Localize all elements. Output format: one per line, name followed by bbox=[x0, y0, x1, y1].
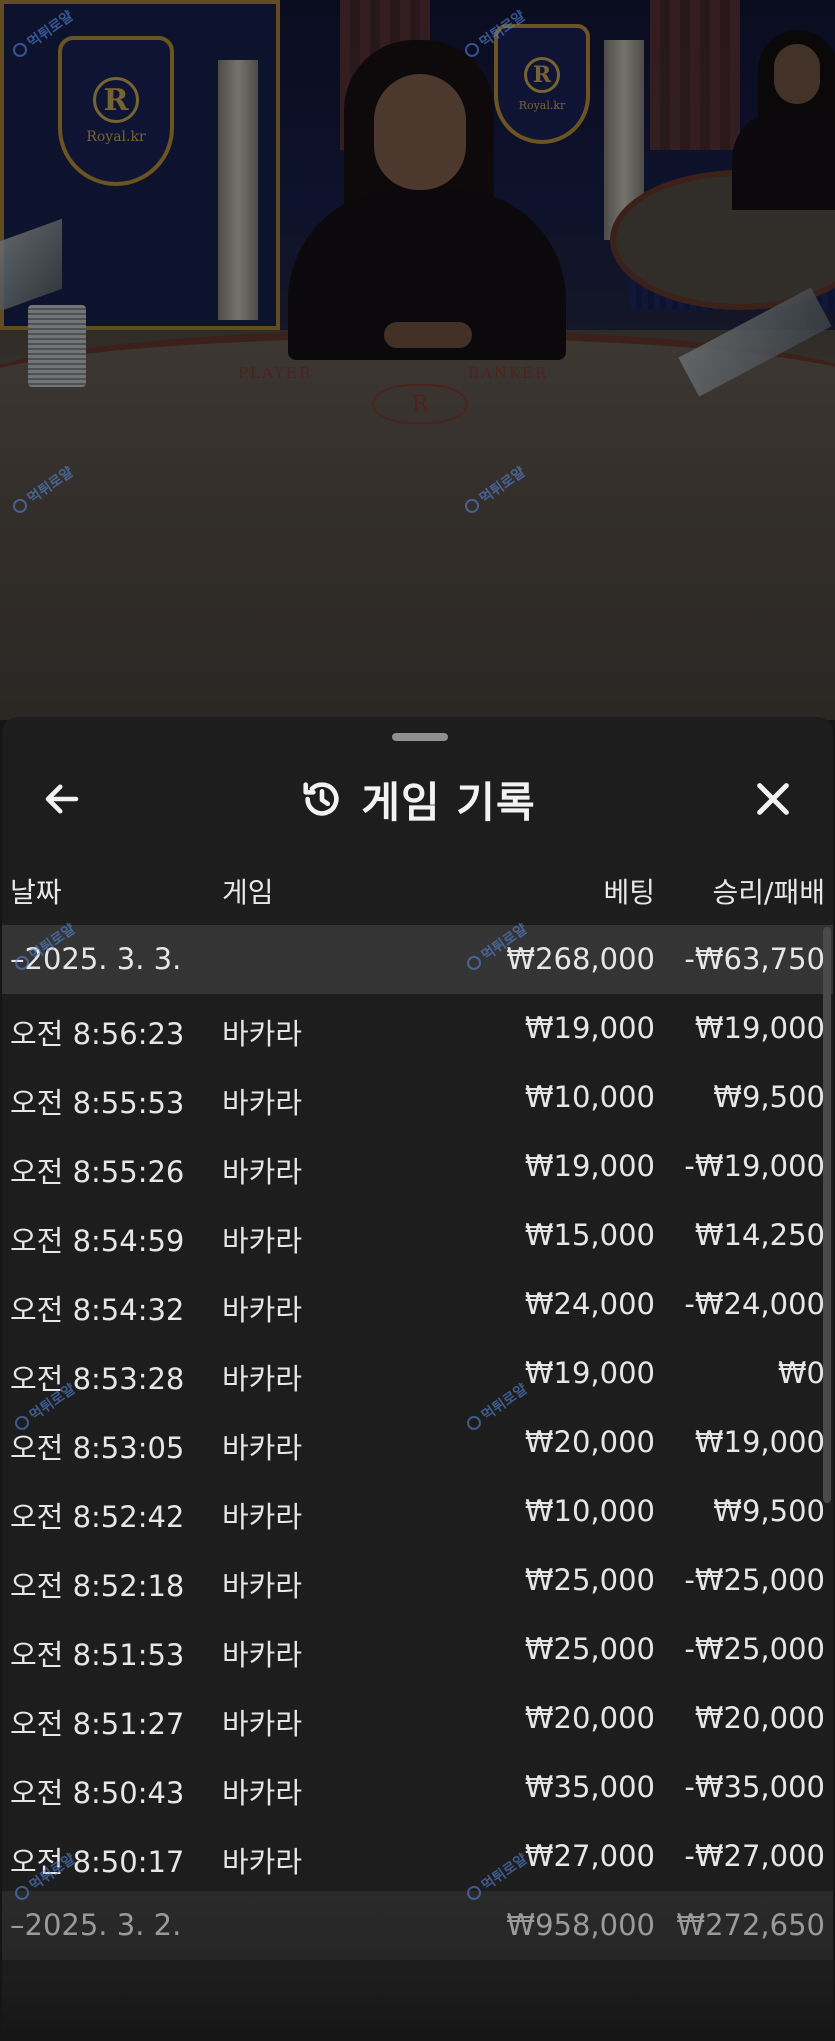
day-summary-row[interactable]: –2025. 3. 2. ₩958,000 ₩272,650 bbox=[2, 1891, 833, 1960]
video-dim-overlay bbox=[0, 0, 835, 720]
row-result: ₩9,500 bbox=[713, 1494, 825, 1528]
history-icon bbox=[303, 782, 340, 816]
row-bet: ₩27,000 bbox=[524, 1839, 655, 1873]
row-time: 오전 8:51:53 bbox=[10, 1638, 185, 1672]
history-row[interactable]: 오전 8:52:18 바카라 ₩25,000 -₩25,000 bbox=[2, 1546, 833, 1615]
row-bet: ₩19,000 bbox=[524, 1356, 655, 1390]
column-header-game[interactable]: 게임 bbox=[222, 871, 274, 911]
row-bet: ₩19,000 bbox=[524, 1011, 655, 1045]
row-bet: ₩25,000 bbox=[524, 1563, 655, 1597]
row-game: 바카라 bbox=[222, 1086, 303, 1120]
row-time: 오전 8:53:05 bbox=[10, 1431, 185, 1465]
live-dealer-video: R Royal.kr R Royal.kr PLAYER BANKER R 먹튀… bbox=[0, 0, 835, 720]
history-list: –2025. 3. 3. ₩268,000 -₩63,750 오전 8:56:2… bbox=[2, 925, 833, 1960]
row-game: 바카라 bbox=[222, 1776, 303, 1810]
column-header-bet[interactable]: 베팅 bbox=[603, 871, 655, 911]
close-icon bbox=[757, 783, 789, 815]
row-result: ₩14,250 bbox=[694, 1218, 825, 1252]
row-result: -₩35,000 bbox=[684, 1770, 825, 1804]
history-row[interactable]: 오전 8:51:27 바카라 ₩20,000 ₩20,000 bbox=[2, 1684, 833, 1753]
row-result: -₩27,000 bbox=[684, 1839, 825, 1873]
history-row[interactable]: 오전 8:52:42 바카라 ₩10,000 ₩9,500 bbox=[2, 1477, 833, 1546]
day-result-total: -₩63,750 bbox=[684, 942, 825, 976]
row-time: 오전 8:56:23 bbox=[10, 1017, 185, 1051]
row-time: 오전 8:55:26 bbox=[10, 1155, 185, 1189]
sheet-title: 게임 기록 bbox=[361, 777, 536, 827]
history-row[interactable]: 오전 8:53:05 바카라 ₩20,000 ₩19,000 bbox=[2, 1408, 833, 1477]
row-time: 오전 8:54:59 bbox=[10, 1224, 185, 1258]
history-row[interactable]: 오전 8:55:53 바카라 ₩10,000 ₩9,500 bbox=[2, 1063, 833, 1132]
row-bet: ₩15,000 bbox=[524, 1218, 655, 1252]
list-scrollbar[interactable] bbox=[823, 927, 831, 1503]
list-fade-overlay bbox=[2, 1977, 833, 2041]
row-time: 오전 8:50:43 bbox=[10, 1776, 185, 1810]
history-row[interactable]: 오전 8:54:59 바카라 ₩15,000 ₩14,250 bbox=[2, 1201, 833, 1270]
row-game: 바카라 bbox=[222, 1293, 303, 1327]
row-time: 오전 8:55:53 bbox=[10, 1086, 185, 1120]
day-result-total: ₩272,650 bbox=[676, 1908, 825, 1942]
row-game: 바카라 bbox=[222, 1845, 303, 1879]
row-time: 오전 8:50:17 bbox=[10, 1845, 185, 1879]
row-result: ₩20,000 bbox=[694, 1701, 825, 1735]
row-time: 오전 8:52:42 bbox=[10, 1500, 185, 1534]
sheet-title-group: 게임 기록 bbox=[2, 767, 833, 831]
history-row[interactable]: 오전 8:53:28 바카라 ₩19,000 ₩0 bbox=[2, 1339, 833, 1408]
row-game: 바카라 bbox=[222, 1155, 303, 1189]
history-row[interactable]: 오전 8:54:32 바카라 ₩24,000 -₩24,000 bbox=[2, 1270, 833, 1339]
row-result: ₩19,000 bbox=[694, 1425, 825, 1459]
row-game: 바카라 bbox=[222, 1569, 303, 1603]
row-game: 바카라 bbox=[222, 1707, 303, 1741]
day-bet-total: ₩958,000 bbox=[506, 1908, 655, 1942]
row-result: -₩25,000 bbox=[684, 1632, 825, 1666]
row-bet: ₩19,000 bbox=[524, 1149, 655, 1183]
row-game: 바카라 bbox=[222, 1224, 303, 1258]
day-bet-total: ₩268,000 bbox=[506, 942, 655, 976]
row-time: 오전 8:51:27 bbox=[10, 1707, 185, 1741]
row-game: 바카라 bbox=[222, 1431, 303, 1465]
day-date: –2025. 3. 3. bbox=[10, 942, 182, 976]
history-row[interactable]: 오전 8:55:26 바카라 ₩19,000 -₩19,000 bbox=[2, 1132, 833, 1201]
sheet-header: 게임 기록 bbox=[2, 753, 833, 845]
row-game: 바카라 bbox=[222, 1638, 303, 1672]
row-game: 바카라 bbox=[222, 1017, 303, 1051]
sheet-drag-handle[interactable] bbox=[392, 733, 448, 741]
day-summary-row[interactable]: –2025. 3. 3. ₩268,000 -₩63,750 bbox=[2, 925, 833, 994]
game-history-sheet: 게임 기록 날짜 게임 베팅 승리/패배 –2025. 3. 3. ₩268,0… bbox=[2, 717, 833, 2041]
row-result: ₩9,500 bbox=[713, 1080, 825, 1114]
close-button[interactable] bbox=[741, 767, 805, 831]
row-bet: ₩10,000 bbox=[524, 1494, 655, 1528]
row-result: -₩24,000 bbox=[684, 1287, 825, 1321]
history-row[interactable]: 오전 8:56:23 바카라 ₩19,000 ₩19,000 bbox=[2, 994, 833, 1063]
row-time: 오전 8:54:32 bbox=[10, 1293, 185, 1327]
row-bet: ₩20,000 bbox=[524, 1425, 655, 1459]
row-result: ₩0 bbox=[777, 1356, 825, 1390]
column-header-result[interactable]: 승리/패배 bbox=[713, 871, 825, 911]
row-result: ₩19,000 bbox=[694, 1011, 825, 1045]
history-row[interactable]: 오전 8:50:43 바카라 ₩35,000 -₩35,000 bbox=[2, 1753, 833, 1822]
row-bet: ₩20,000 bbox=[524, 1701, 655, 1735]
history-row[interactable]: 오전 8:50:17 바카라 ₩27,000 -₩27,000 bbox=[2, 1822, 833, 1891]
row-result: -₩25,000 bbox=[684, 1563, 825, 1597]
row-bet: ₩35,000 bbox=[524, 1770, 655, 1804]
row-game: 바카라 bbox=[222, 1362, 303, 1396]
row-bet: ₩10,000 bbox=[524, 1080, 655, 1114]
row-bet: ₩24,000 bbox=[524, 1287, 655, 1321]
row-bet: ₩25,000 bbox=[524, 1632, 655, 1666]
history-row[interactable]: 오전 8:51:53 바카라 ₩25,000 -₩25,000 bbox=[2, 1615, 833, 1684]
row-game: 바카라 bbox=[222, 1500, 303, 1534]
row-time: 오전 8:52:18 bbox=[10, 1569, 185, 1603]
column-header-row: 날짜 게임 베팅 승리/패배 bbox=[2, 863, 833, 915]
day-date: –2025. 3. 2. bbox=[10, 1908, 182, 1942]
column-header-date[interactable]: 날짜 bbox=[10, 871, 62, 911]
row-time: 오전 8:53:28 bbox=[10, 1362, 185, 1396]
row-result: -₩19,000 bbox=[684, 1149, 825, 1183]
